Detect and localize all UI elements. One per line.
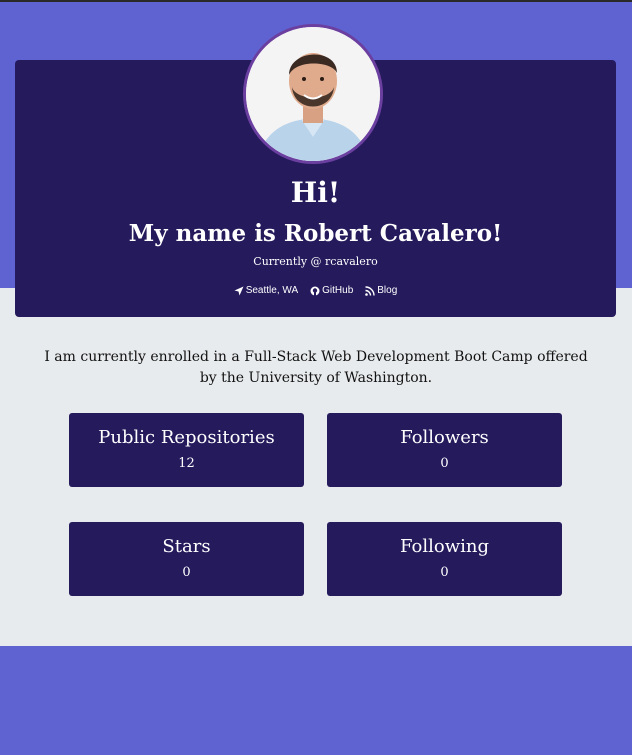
blog-link-label: Blog xyxy=(377,285,398,296)
stat-label: Stars xyxy=(162,536,211,557)
top-border xyxy=(0,0,632,2)
blog-link[interactable]: Blog xyxy=(365,285,397,296)
stat-value: 12 xyxy=(178,456,195,471)
stat-value: 0 xyxy=(440,565,449,580)
stat-card-following: Following 0 xyxy=(327,522,562,596)
github-icon xyxy=(310,286,320,295)
location-link-label: Seattle, WA xyxy=(245,285,299,296)
stat-label: Public Repositories xyxy=(98,427,275,448)
rss-icon xyxy=(365,285,375,296)
stat-label: Following xyxy=(400,536,489,557)
stat-card-public-repositories: Public Repositories 12 xyxy=(69,413,304,487)
location-arrow-icon xyxy=(234,286,244,295)
github-link-label: GitHub xyxy=(322,285,354,296)
current-employer: Currently @ rcavalero xyxy=(253,255,378,268)
bio-text: I am currently enrolled in a Full-Stack … xyxy=(44,349,588,386)
location-link[interactable]: Seattle, WA xyxy=(234,285,298,296)
stat-label: Followers xyxy=(400,427,489,448)
greeting-heading: Hi! xyxy=(290,176,341,209)
avatar-photo xyxy=(246,27,380,161)
avatar xyxy=(243,24,383,164)
stat-value: 0 xyxy=(440,456,449,471)
stat-card-stars: Stars 0 xyxy=(69,522,304,596)
name-heading: My name is Robert Cavalero! xyxy=(128,220,503,247)
github-link[interactable]: GitHub xyxy=(310,285,353,296)
stat-value: 0 xyxy=(182,565,191,580)
stat-card-followers: Followers 0 xyxy=(327,413,562,487)
profile-links: Seattle, WA GitHub Blog xyxy=(15,285,616,296)
